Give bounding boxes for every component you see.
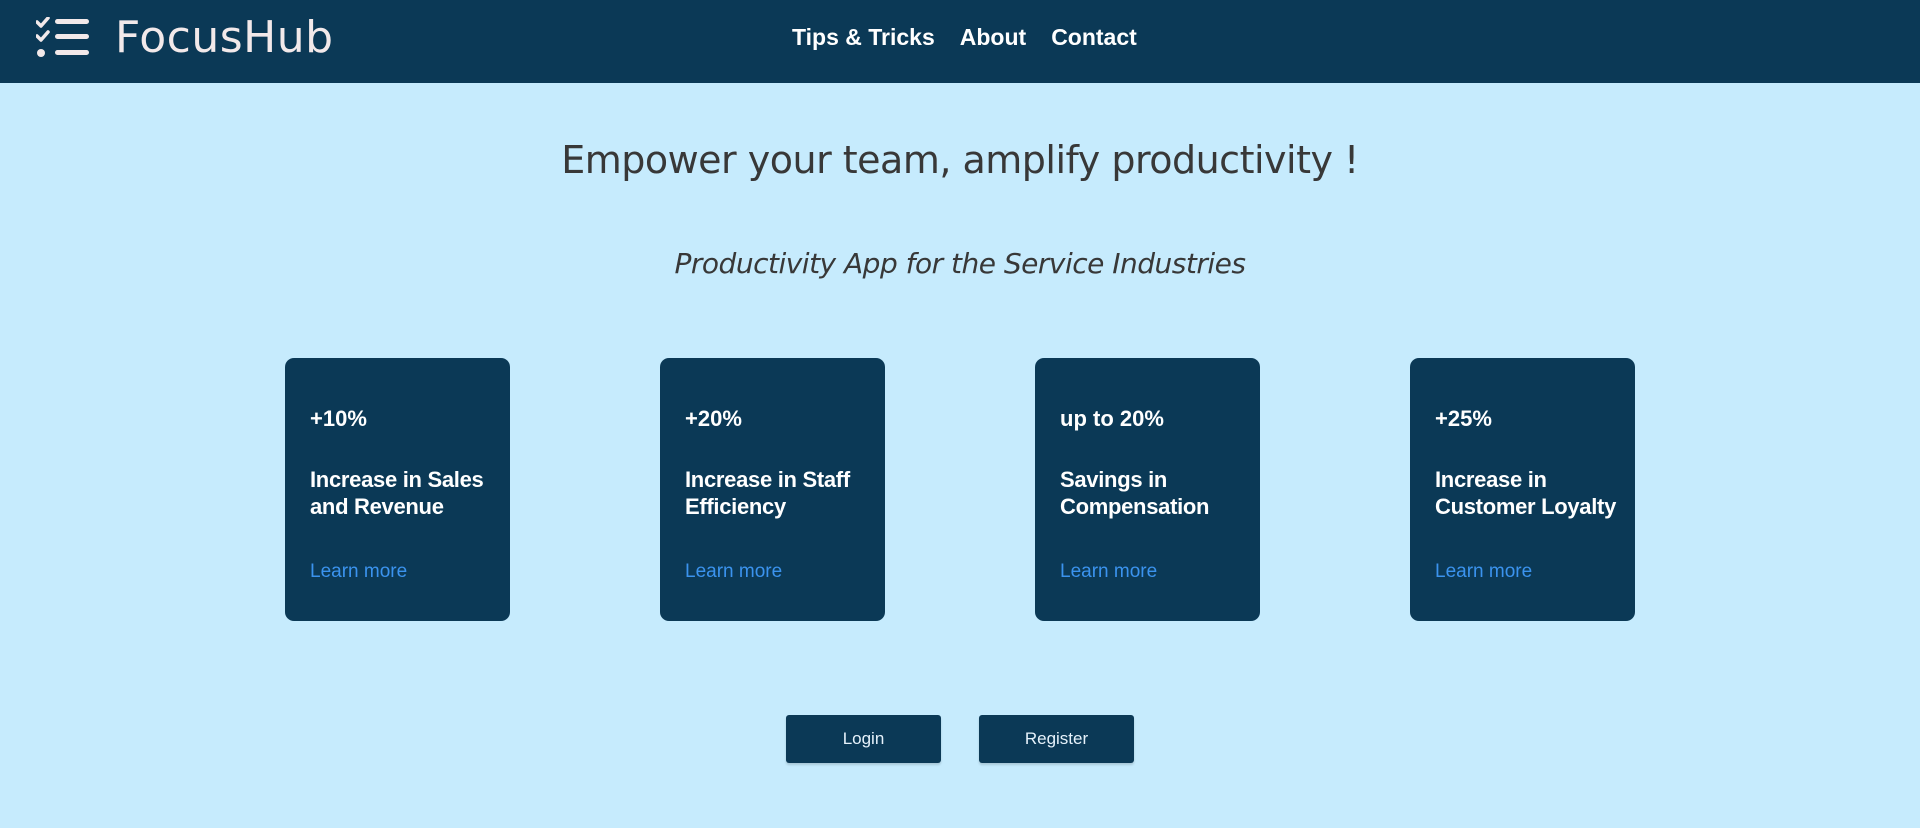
card-description: Increase in Sales and Revenue xyxy=(310,467,484,519)
card-stat: +10% xyxy=(310,406,367,431)
login-button[interactable]: Login xyxy=(786,715,941,763)
card-stat: +20% xyxy=(685,406,742,431)
main-nav: Tips & Tricks About Contact xyxy=(792,22,1137,52)
stat-card-loyalty: +25% Increase in Customer Loyalty Learn … xyxy=(1410,358,1635,621)
stat-card-sales: +10% Increase in Sales and Revenue Learn… xyxy=(285,358,510,621)
card-stat: +25% xyxy=(1435,406,1492,431)
stat-card-efficiency: +20% Increase in Staff Efficiency Learn … xyxy=(660,358,885,621)
nav-link-tips-tricks[interactable]: Tips & Tricks xyxy=(792,22,935,52)
learn-more-link[interactable]: Learn more xyxy=(1435,559,1532,585)
learn-more-link[interactable]: Learn more xyxy=(310,559,407,585)
register-button[interactable]: Register xyxy=(979,715,1134,763)
learn-more-link[interactable]: Learn more xyxy=(1060,559,1157,585)
card-description: Increase in Customer Loyalty xyxy=(1435,467,1617,519)
hero-subheadline: Productivity App for the Service Industr… xyxy=(674,247,1246,280)
card-description: Savings in Compensation xyxy=(1060,467,1210,519)
nav-link-about[interactable]: About xyxy=(960,22,1026,52)
nav-link-contact[interactable]: Contact xyxy=(1051,22,1137,52)
card-description: Increase in Staff Efficiency xyxy=(685,467,850,519)
brand-name[interactable]: FocusHub xyxy=(115,12,334,64)
learn-more-link[interactable]: Learn more xyxy=(685,559,782,585)
stat-card-compensation: up to 20% Savings in Compensation Learn … xyxy=(1035,358,1260,621)
hero-headline: Empower your team, amplify productivity … xyxy=(561,138,1359,182)
checklist-icon xyxy=(36,17,89,57)
card-stat: up to 20% xyxy=(1060,406,1164,431)
top-navbar: FocusHub Tips & Tricks About Contact xyxy=(0,0,1920,83)
